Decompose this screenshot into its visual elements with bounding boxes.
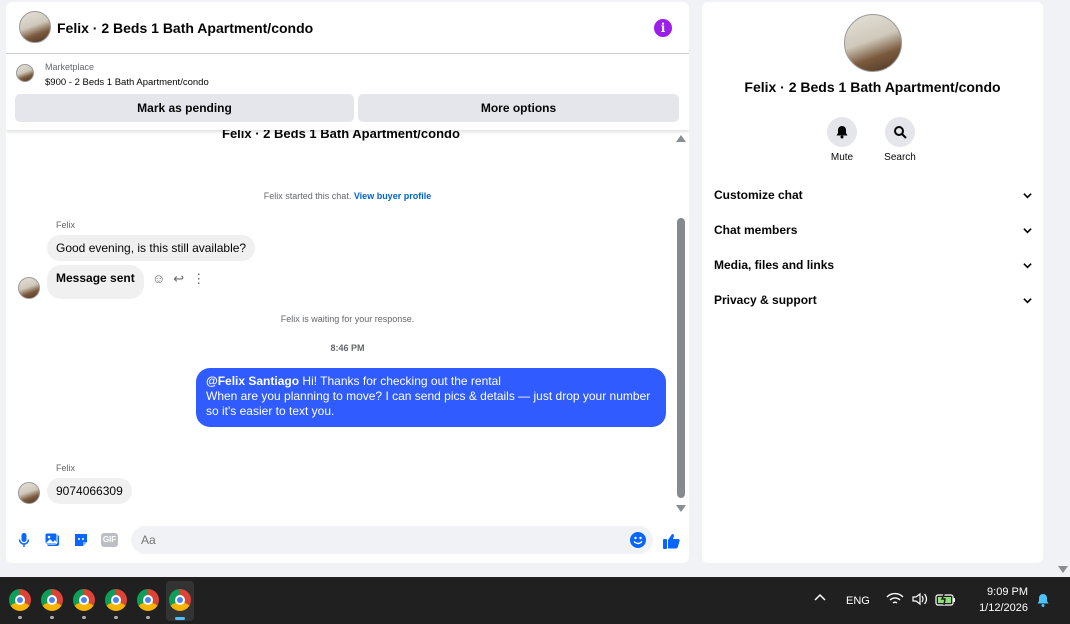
more-icon[interactable]: ⋮ xyxy=(192,271,205,287)
chevron-down-icon xyxy=(1023,193,1032,199)
clock-date[interactable]: 1/12/2026 xyxy=(972,602,1028,614)
listing-thumbnail[interactable] xyxy=(16,64,34,82)
chevron-down-icon xyxy=(1023,228,1032,234)
outgoing-line-3: so it's easier to text you. xyxy=(206,404,335,418)
outgoing-line-2: When are you planning to move? I can sen… xyxy=(206,389,651,403)
incoming-message[interactable]: Message sent xyxy=(47,265,144,299)
battery-icon[interactable] xyxy=(935,591,957,610)
chevron-down-icon xyxy=(1023,298,1032,304)
app-indicator xyxy=(114,616,118,619)
chat-header: Felix · 2 Beds 1 Bath Apartment/condo i xyxy=(6,2,689,54)
chrome-icon[interactable] xyxy=(41,589,63,611)
chrome-icon[interactable] xyxy=(105,589,127,611)
message-list: Felix · 2 Beds 1 Bath Apartment/condo Fe… xyxy=(6,126,689,515)
section-label: Privacy & support xyxy=(714,293,817,307)
search-action[interactable]: Search xyxy=(870,117,930,163)
bell-icon[interactable] xyxy=(827,117,857,147)
notification-bell-icon[interactable] xyxy=(1035,592,1051,611)
scroll-up-arrow[interactable] xyxy=(676,135,686,142)
photo-icon[interactable] xyxy=(44,532,60,548)
scrollbar-thumb[interactable] xyxy=(677,218,685,498)
info-title: Felix · 2 Beds 1 Bath Apartment/condo xyxy=(744,79,1001,95)
active-app-indicator xyxy=(175,617,185,620)
clock-time[interactable]: 9:09 PM xyxy=(980,586,1028,598)
incoming-message[interactable]: 9074066309 xyxy=(47,478,132,504)
gif-icon[interactable]: GIF xyxy=(101,533,118,547)
like-thumb-icon[interactable] xyxy=(662,532,680,550)
emoji-icon[interactable] xyxy=(630,532,646,548)
message-input[interactable] xyxy=(131,526,653,554)
section-label: Media, files and links xyxy=(714,258,835,272)
mute-action[interactable]: Mute xyxy=(812,117,872,163)
react-emoji-icon[interactable]: ☺ xyxy=(152,271,165,287)
chrome-icon[interactable] xyxy=(169,589,191,611)
sender-avatar[interactable] xyxy=(18,277,40,299)
outgoing-message[interactable]: @Felix Santiago Hi! Thanks for checking … xyxy=(196,368,666,427)
scroll-down-arrow[interactable] xyxy=(676,505,686,512)
sender-name: Felix xyxy=(56,463,76,473)
mark-as-pending-button[interactable]: Mark as pending xyxy=(15,94,354,122)
microphone-icon[interactable] xyxy=(16,532,32,548)
more-options-button[interactable]: More options xyxy=(358,94,679,122)
section-chat-members[interactable]: Chat members xyxy=(714,223,1032,243)
reply-icon[interactable]: ↩ xyxy=(173,271,184,287)
chrome-icon[interactable] xyxy=(9,589,31,611)
incoming-message[interactable]: Good evening, is this still available? xyxy=(47,235,256,261)
section-label: Chat members xyxy=(714,223,798,237)
waiting-notice: Felix is waiting for your response. xyxy=(280,314,415,324)
listing-source: Marketplace xyxy=(45,62,95,72)
language-indicator[interactable]: ENG xyxy=(846,595,870,607)
composer: GIF xyxy=(6,524,689,558)
chat-started-text: Felix started this chat. xyxy=(263,191,352,201)
sender-name: Felix xyxy=(56,220,76,230)
info-icon[interactable]: i xyxy=(654,19,672,37)
app-indicator xyxy=(50,616,54,619)
chat-avatar[interactable] xyxy=(19,11,51,43)
listing-price-title[interactable]: $900 - 2 Beds 1 Bath Apartment/condo xyxy=(45,77,209,88)
app-indicator xyxy=(146,616,150,619)
section-media-files-links[interactable]: Media, files and links xyxy=(714,258,1032,278)
message-actions: ☺ ↩ ⋮ xyxy=(152,271,205,287)
taskbar: ENG 9:09 PM 1/12/2026 xyxy=(0,577,1070,624)
listing-bar: Marketplace $900 - 2 Beds 1 Bath Apartme… xyxy=(6,55,689,130)
chevron-up-icon[interactable] xyxy=(813,591,827,608)
mute-label: Mute xyxy=(830,152,854,163)
page-scroll-down-arrow[interactable] xyxy=(1058,566,1068,573)
mention[interactable]: @Felix Santiago xyxy=(206,374,299,388)
section-customize-chat[interactable]: Customize chat xyxy=(714,188,1032,208)
chrome-icon[interactable] xyxy=(137,589,159,611)
speaker-icon[interactable] xyxy=(911,592,929,609)
wifi-icon[interactable] xyxy=(886,592,904,609)
search-label: Search xyxy=(884,152,916,163)
search-icon[interactable] xyxy=(885,117,915,147)
sticker-icon[interactable] xyxy=(73,532,89,548)
sender-avatar[interactable] xyxy=(18,482,40,504)
chat-panel: Felix · 2 Beds 1 Bath Apartment/condo i … xyxy=(6,2,689,563)
chevron-down-icon xyxy=(1023,263,1032,269)
chat-info-panel: Felix · 2 Beds 1 Bath Apartment/condo Mu… xyxy=(702,2,1043,563)
view-buyer-profile-link[interactable]: View buyer profile xyxy=(354,191,431,201)
message-timestamp: 8:46 PM xyxy=(330,343,365,353)
chrome-icon[interactable] xyxy=(73,589,95,611)
section-privacy-support[interactable]: Privacy & support xyxy=(714,293,1032,313)
outgoing-line-1: Hi! Thanks for checking out the rental xyxy=(299,374,501,388)
chat-started-notice: Felix started this chat. View buyer prof… xyxy=(6,191,689,201)
chat-title[interactable]: Felix · 2 Beds 1 Bath Apartment/condo xyxy=(57,20,313,36)
app-indicator xyxy=(82,616,86,619)
app-indicator xyxy=(18,616,22,619)
info-avatar[interactable] xyxy=(844,14,902,72)
section-label: Customize chat xyxy=(714,188,803,202)
